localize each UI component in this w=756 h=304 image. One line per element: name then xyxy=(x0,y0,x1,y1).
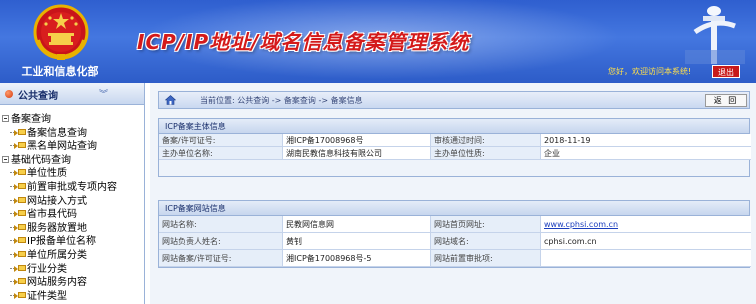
tree-item-access-method[interactable]: 网站接入方式 xyxy=(0,195,144,209)
field-label: 网站域名: xyxy=(431,233,541,250)
folder-icon xyxy=(14,141,26,150)
collapse-chevron-icon[interactable]: ︾ xyxy=(99,87,108,100)
tree-label: 服务器放置地 xyxy=(27,222,87,234)
field-value: www.cphsi.com.cn xyxy=(541,216,751,233)
folder-icon xyxy=(14,277,26,286)
sidebar: 公共查询 ︾ 备案查询 备案信息查询 黑名单网站查询 基础代码查询 单位性质 前… xyxy=(0,83,145,304)
welcome-text: 您好，欢迎访问本系统! xyxy=(608,67,692,76)
tree-item-unit-nature[interactable]: 单位性质 xyxy=(0,167,144,181)
back-button[interactable]: 返 回 xyxy=(705,94,747,107)
tree-item-blacklist-query[interactable]: 黑名单网站查询 xyxy=(0,140,144,154)
field-label: 备案/许可证号: xyxy=(159,134,283,147)
folder-icon xyxy=(14,196,26,205)
tree-item-region-code[interactable]: 省市县代码 xyxy=(0,208,144,222)
field-label: 审核通过时间: xyxy=(431,134,541,147)
field-value: 2018-11-19 xyxy=(541,134,751,147)
tree-item-id-type[interactable]: 证件类型 xyxy=(0,290,144,304)
tree-label: 行业分类 xyxy=(27,263,67,275)
field-label: 网站备案/许可证号: xyxy=(159,250,283,267)
folder-icon xyxy=(14,128,26,137)
tree-item-server-location[interactable]: 服务器放置地 xyxy=(0,222,144,236)
field-value xyxy=(541,250,751,267)
tree-label: 前置审批或专项内容 xyxy=(27,181,117,193)
tree-item-unit-category[interactable]: 单位所属分类 xyxy=(0,249,144,263)
sidebar-title: 公共查询 xyxy=(18,91,58,102)
site-info-table: 网站名称: 民教网信息网 网站首页网址: www.cphsi.com.cn 网站… xyxy=(159,216,751,267)
field-label: 网站负责人姓名: xyxy=(159,233,283,250)
folder-icon xyxy=(14,168,26,177)
folder-icon xyxy=(14,236,26,245)
field-value: 企业 xyxy=(541,147,751,160)
folder-icon xyxy=(14,223,26,232)
tree-item-service-content[interactable]: 网站服务内容 xyxy=(0,276,144,290)
field-label: 主办单位名称: xyxy=(159,147,283,160)
system-title: ICP/IP地址/域名信息备案管理系统 xyxy=(137,30,470,54)
tree-label: 备案查询 xyxy=(11,114,51,125)
field-label: 网站前置审批项: xyxy=(431,250,541,267)
field-value: cphsi.com.cn xyxy=(541,233,751,250)
tree-item-pre-approval[interactable]: 前置审批或专项内容 xyxy=(0,181,144,195)
homepage-link[interactable]: www.cphsi.com.cn xyxy=(544,220,618,229)
tree-label: 备案信息查询 xyxy=(27,127,87,139)
subject-info-panel: ICP备案主体信息 备案/许可证号: 湘ICP备17008968号 审核通过时间… xyxy=(158,118,751,177)
tree-label: 黑名单网站查询 xyxy=(27,141,97,153)
main-content: 当前位置: 公共查询 -> 备案查询 -> 备案信息 返 回 ICP备案主体信息… xyxy=(150,83,756,304)
field-value: 湘ICP备17008968号-5 xyxy=(283,250,431,267)
tree-item-record-info-query[interactable]: 备案信息查询 xyxy=(0,127,144,141)
folder-icon xyxy=(14,209,26,218)
tree-item-industry[interactable]: 行业分类 xyxy=(0,263,144,277)
subject-info-table: 备案/许可证号: 湘ICP备17008968号 审核通过时间: 2018-11-… xyxy=(159,134,751,160)
national-emblem-logo: 工业和信息化部 xyxy=(0,0,120,83)
tree-label: 网站服务内容 xyxy=(27,277,87,289)
breadcrumb-text: 当前位置: 公共查询 -> 备案查询 -> 备案信息 xyxy=(200,96,363,105)
folder-icon xyxy=(14,250,26,259)
tree-group-record-query[interactable]: 备案查询 xyxy=(0,113,144,127)
sidebar-tree: 备案查询 备案信息查询 黑名单网站查询 基础代码查询 单位性质 前置审批或专项内… xyxy=(0,105,144,303)
panel-spacer xyxy=(159,160,749,176)
tree-group-code-query[interactable]: 基础代码查询 xyxy=(0,154,144,168)
field-label: 网站名称: xyxy=(159,216,283,233)
bullet-icon xyxy=(5,90,13,98)
folder-icon xyxy=(14,264,26,273)
field-value: 民教网信息网 xyxy=(283,216,431,233)
panel-title: ICP备案主体信息 xyxy=(159,119,749,134)
header-banner: 工业和信息化部 ICP/IP地址/域名信息备案管理系统 您好，欢迎访问本系统! … xyxy=(0,0,756,83)
collapse-minus-icon[interactable] xyxy=(2,115,9,122)
field-value: 湘ICP备17008968号 xyxy=(283,134,431,147)
tree-item-ip-unit-name[interactable]: IP报备单位名称 xyxy=(0,235,144,249)
logout-button[interactable]: 退出 xyxy=(712,65,740,78)
folder-icon xyxy=(14,182,26,191)
breadcrumb: 当前位置: 公共查询 -> 备案查询 -> 备案信息 返 回 xyxy=(158,91,750,109)
huabiao-pillar-icon xyxy=(685,6,745,64)
folder-icon xyxy=(14,291,26,300)
tree-label: 单位性质 xyxy=(27,168,67,180)
tree-label: 省市县代码 xyxy=(27,209,77,221)
tree-label: IP报备单位名称 xyxy=(27,236,96,248)
sidebar-header[interactable]: 公共查询 ︾ xyxy=(0,83,144,105)
field-label: 主办单位性质: xyxy=(431,147,541,160)
site-info-panel: ICP备案网站信息 网站名称: 民教网信息网 网站首页网址: www.cphsi… xyxy=(158,200,751,268)
panel-title: ICP备案网站信息 xyxy=(159,201,749,216)
field-value: 黄钊 xyxy=(283,233,431,250)
tree-label: 单位所属分类 xyxy=(27,249,87,261)
tree-label: 网站接入方式 xyxy=(27,195,87,207)
collapse-minus-icon[interactable] xyxy=(2,155,9,163)
home-icon xyxy=(165,95,176,105)
tree-label: 基础代码查询 xyxy=(11,154,71,166)
field-label: 网站首页网址: xyxy=(431,216,541,233)
tree-label: 证件类型 xyxy=(27,290,67,302)
ministry-name: 工业和信息化部 xyxy=(21,65,99,78)
field-value: 湖南民教信息科技有限公司 xyxy=(283,147,431,160)
